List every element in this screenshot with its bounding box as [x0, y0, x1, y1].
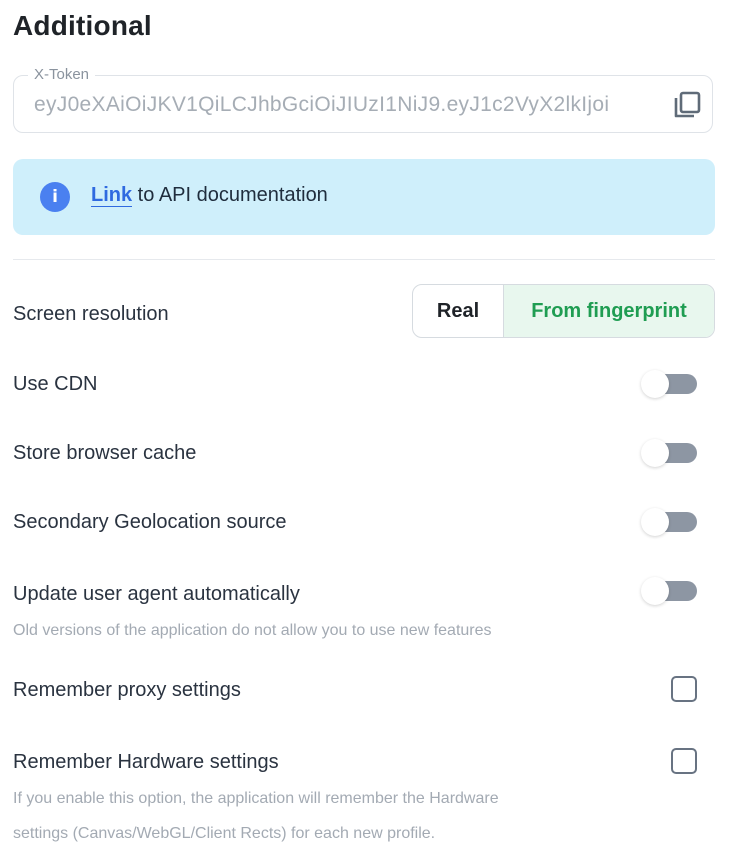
secondary-geo-toggle[interactable] [641, 507, 699, 537]
api-info-banner: i Link to API documentation [13, 159, 715, 235]
toggle-knob [641, 577, 669, 605]
info-text: Link to API documentation [91, 184, 328, 207]
screen-resolution-fingerprint-option[interactable]: From fingerprint [504, 285, 714, 337]
x-token-value[interactable]: eyJ0eXAiOiJKV1QiLCJhbGciOiJIUzI1NiJ9.eyJ… [34, 93, 649, 117]
api-docs-link[interactable]: Link [91, 184, 133, 207]
divider [13, 259, 715, 260]
use-cdn-toggle[interactable] [641, 369, 699, 399]
update-ua-toggle[interactable] [641, 576, 699, 606]
x-token-label: X-Token [28, 66, 96, 83]
screen-resolution-toggle[interactable]: Real From fingerprint [412, 284, 715, 338]
store-cache-label: Store browser cache [13, 442, 197, 464]
remember-proxy-label: Remember proxy settings [13, 679, 241, 701]
update-ua-label: Update user agent automatically [13, 583, 300, 605]
toggle-knob [641, 439, 669, 467]
section-title: Additional [13, 10, 152, 41]
info-text-rest: to API documentation [132, 184, 328, 206]
screen-resolution-real-option[interactable]: Real [413, 285, 504, 337]
x-token-field[interactable]: X-Token eyJ0eXAiOiJKV1QiLCJhbGciOiJIUzI1… [13, 66, 713, 133]
update-ua-hint: Old versions of the application do not a… [13, 622, 492, 639]
copy-icon[interactable] [672, 90, 702, 120]
toggle-knob [641, 370, 669, 398]
use-cdn-label: Use CDN [13, 373, 98, 395]
store-cache-toggle[interactable] [641, 438, 699, 468]
toggle-knob [641, 508, 669, 536]
remember-hardware-hint-line2: settings (Canvas/WebGL/Client Rects) for… [13, 825, 436, 842]
remember-hardware-label: Remember Hardware settings [13, 751, 279, 773]
remember-hardware-hint-line1: If you enable this option, the applicati… [13, 790, 499, 807]
remember-proxy-checkbox[interactable] [671, 676, 697, 702]
info-icon: i [40, 182, 70, 212]
secondary-geo-label: Secondary Geolocation source [13, 511, 287, 533]
remember-hardware-checkbox[interactable] [671, 748, 697, 774]
screen-resolution-label: Screen resolution [13, 303, 169, 325]
